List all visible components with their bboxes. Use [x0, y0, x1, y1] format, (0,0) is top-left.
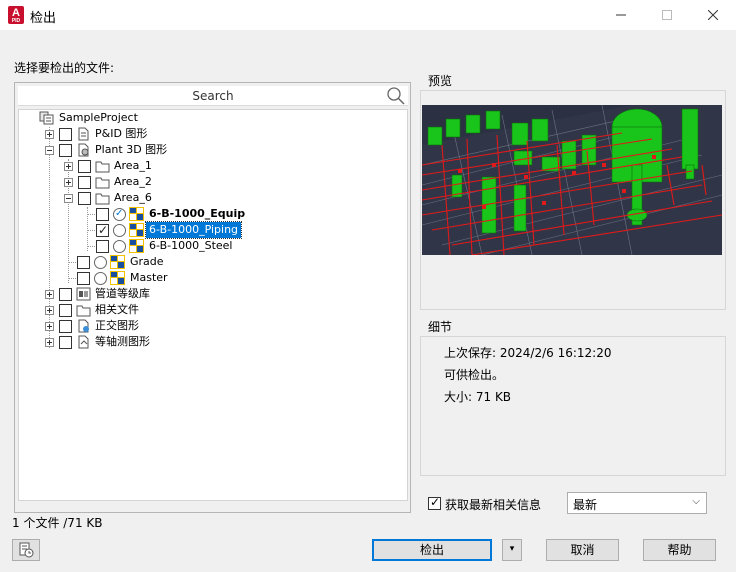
checkbox-checked[interactable]: [96, 222, 109, 238]
checkbox[interactable]: [78, 192, 91, 205]
ortho-drawing-icon: [78, 319, 89, 333]
search-label: Search: [192, 89, 234, 103]
folder-icon: [95, 177, 110, 189]
detail-size: 大小: 71 KB: [444, 390, 512, 404]
plant3d-file-icon: [129, 223, 144, 237]
search-icon[interactable]: [386, 86, 406, 106]
maximize-button[interactable]: [644, 0, 690, 30]
document-clock-icon: [19, 542, 34, 558]
details-group: 细节 上次保存: 2024/2/6 16:12:20 可供检出。 大小: 71 …: [420, 318, 726, 476]
chevron-down-icon: ⌵: [692, 496, 700, 507]
minimize-icon: [616, 14, 626, 16]
iso-drawing-icon: [78, 335, 89, 349]
checkbox[interactable]: [59, 288, 72, 301]
checkout-button[interactable]: 检出: [372, 539, 492, 561]
close-icon: [708, 10, 718, 20]
folder-icon: [76, 305, 91, 317]
details-title: 细节: [428, 320, 453, 334]
details-toggle-button[interactable]: [12, 539, 40, 561]
maximize-icon: [662, 10, 672, 20]
expand-toggle[interactable]: [45, 290, 54, 299]
checkbox[interactable]: [59, 144, 72, 157]
plant3d-file-icon: [110, 255, 125, 269]
checkbox[interactable]: [59, 128, 72, 141]
expand-toggle[interactable]: [45, 130, 54, 139]
expand-toggle[interactable]: [45, 306, 54, 315]
pid-drawing-icon: [78, 127, 89, 141]
version-select[interactable]: 最新 ⌵: [567, 492, 707, 514]
plant3d-drawing-icon: [78, 143, 89, 157]
detail-availability: 可供检出。: [444, 368, 505, 382]
collapse-toggle[interactable]: [64, 194, 73, 203]
plant3d-file-icon: [129, 239, 144, 253]
file-count-status: 1 个文件 /71 KB: [12, 516, 103, 530]
checkbox[interactable]: [78, 176, 91, 189]
preview-group: 预览: [420, 72, 726, 310]
preview-title: 预览: [428, 74, 453, 88]
checkbox[interactable]: [59, 304, 72, 317]
search-input[interactable]: Search: [18, 86, 408, 106]
checkout-options-dropdown[interactable]: ▾: [502, 539, 522, 561]
window-title: 检出: [30, 11, 57, 26]
status-circle-icon: [94, 256, 107, 269]
folder-icon: [95, 193, 110, 205]
checkbox-checked[interactable]: ✓: [428, 495, 441, 510]
get-latest-label: 获取最新相关信息: [445, 498, 542, 512]
status-circle-icon: [94, 272, 107, 285]
version-select-value: 最新: [573, 498, 598, 512]
detail-last-saved: 上次保存: 2024/2/6 16:12:20: [444, 346, 612, 360]
file-selection-label: 选择要检出的文件:: [14, 61, 115, 75]
status-circle-icon: [113, 240, 126, 253]
collapse-toggle[interactable]: [45, 146, 54, 155]
project-icon: [39, 111, 54, 125]
project-tree[interactable]: SampleProject P&ID 图形 Plant 3D 图形 Area_1: [18, 109, 408, 501]
folder-icon: [95, 161, 110, 173]
checkbox[interactable]: [96, 208, 109, 221]
expand-toggle[interactable]: [64, 178, 73, 187]
plant3d-file-icon: [129, 207, 144, 221]
autocad-app-icon: A PID: [8, 6, 24, 24]
preview-image: [422, 105, 722, 255]
checkbox[interactable]: [77, 256, 90, 269]
checkbox[interactable]: [96, 240, 109, 253]
checkbox[interactable]: [78, 160, 91, 173]
checked-out-status-icon: [113, 206, 126, 222]
chevron-down-icon: ▾: [509, 544, 515, 554]
help-button[interactable]: 帮助: [643, 539, 716, 561]
checkbox[interactable]: [59, 336, 72, 349]
minimize-button[interactable]: [598, 0, 644, 30]
checkbox[interactable]: [59, 320, 72, 333]
status-circle-icon: [113, 224, 126, 237]
file-tree-panel: Search SampleProject P&ID 图形 Plant 3D 图形…: [14, 82, 411, 513]
checkbox[interactable]: [77, 272, 90, 285]
title-bar: A PID 检出: [0, 0, 736, 30]
plant3d-file-icon: [110, 271, 125, 285]
expand-toggle[interactable]: [64, 162, 73, 171]
expand-toggle[interactable]: [45, 338, 54, 347]
close-button[interactable]: [690, 0, 736, 30]
spec-library-icon: [76, 287, 91, 301]
cancel-button[interactable]: 取消: [546, 539, 619, 561]
expand-toggle[interactable]: [45, 322, 54, 331]
